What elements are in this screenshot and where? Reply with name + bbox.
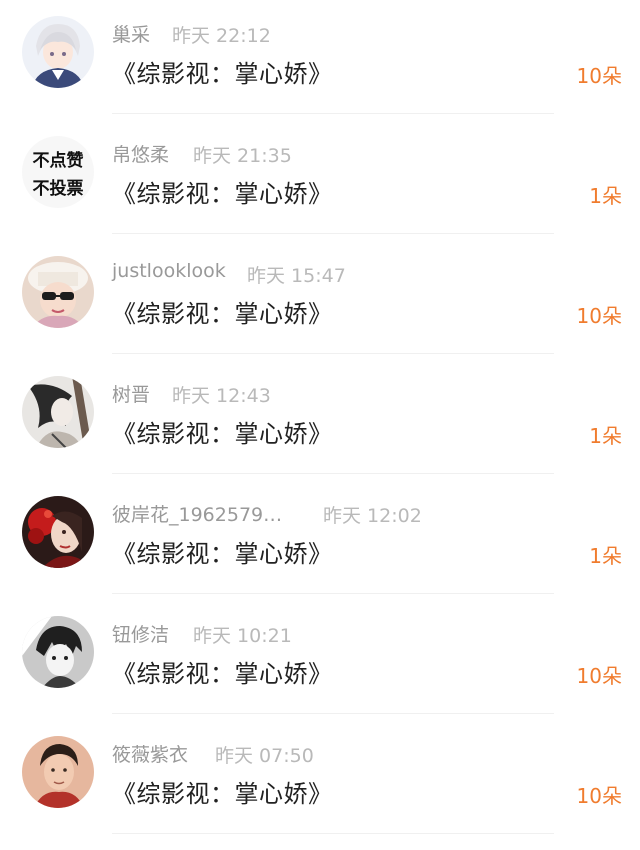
divider	[112, 113, 554, 114]
flower-count: 1朵	[589, 184, 622, 208]
avatar-text-line: 不投票	[32, 179, 84, 199]
divider	[112, 233, 554, 234]
book-title[interactable]: 《综影视：掌心娇》	[112, 174, 333, 209]
manga-boy-avatar[interactable]	[22, 616, 94, 688]
flower-count: 1朵	[589, 424, 622, 448]
book-title[interactable]: 《综影视：掌心娇》	[112, 294, 333, 329]
flower-count: 10朵	[576, 784, 622, 808]
user-name[interactable]: 筱薇紫衣	[112, 740, 188, 767]
flower-count: 10朵	[576, 664, 622, 688]
timestamp: 昨天 12:43	[172, 385, 271, 407]
timestamp: 昨天 21:35	[193, 145, 292, 167]
flower-count: 10朵	[576, 304, 622, 328]
timestamp: 昨天 15:47	[247, 265, 346, 287]
timestamp: 昨天 07:50	[215, 745, 314, 767]
gift-record-list: 巢采 昨天 22:12 《综影视：掌心娇》 10朵 不点赞 不投票 帛悠柔 昨天…	[0, 0, 640, 840]
list-item[interactable]: 钮修洁 昨天 10:21 《综影视：掌心娇》 10朵	[0, 600, 640, 720]
book-title[interactable]: 《综影视：掌心娇》	[112, 774, 333, 809]
list-item[interactable]: 不点赞 不投票 帛悠柔 昨天 21:35 《综影视：掌心娇》 1朵	[0, 120, 640, 240]
user-name[interactable]: 巢采	[112, 20, 150, 47]
divider	[112, 713, 554, 714]
divider	[112, 353, 554, 354]
book-title[interactable]: 《综影视：掌心娇》	[112, 414, 333, 449]
user-name[interactable]: 钮修洁	[112, 620, 169, 647]
user-name[interactable]: 树晋	[112, 380, 150, 407]
timestamp: 昨天 22:12	[172, 25, 271, 47]
list-item[interactable]: 巢采 昨天 22:12 《综影视：掌心娇》 10朵	[0, 0, 640, 120]
book-title[interactable]: 《综影视：掌心娇》	[112, 654, 333, 689]
man-portrait-avatar[interactable]	[22, 736, 94, 808]
ink-drawing-avatar[interactable]	[22, 376, 94, 448]
user-name[interactable]: 帛悠柔	[112, 140, 169, 167]
divider	[112, 593, 554, 594]
red-flower-woman-avatar[interactable]	[22, 496, 94, 568]
girl-in-white-hat-avatar[interactable]	[22, 256, 94, 328]
anime-white-hair-boy-avatar[interactable]	[22, 16, 94, 88]
timestamp: 昨天 10:21	[193, 625, 292, 647]
flower-count: 1朵	[589, 544, 622, 568]
text-avatar[interactable]: 不点赞 不投票	[22, 136, 94, 208]
flower-count: 10朵	[576, 64, 622, 88]
book-title[interactable]: 《综影视：掌心娇》	[112, 534, 333, 569]
list-item[interactable]: 彼岸花_1962579… 昨天 12:02 《综影视：掌心娇》 1朵	[0, 480, 640, 600]
list-item[interactable]: 筱薇紫衣 昨天 07:50 《综影视：掌心娇》 10朵	[0, 720, 640, 840]
avatar-text-line: 不点赞	[32, 151, 84, 171]
user-name[interactable]: justlooklook	[112, 260, 226, 282]
divider	[112, 833, 554, 834]
divider	[112, 473, 554, 474]
user-name[interactable]: 彼岸花_1962579…	[112, 500, 282, 527]
list-item[interactable]: 树晋 昨天 12:43 《综影视：掌心娇》 1朵	[0, 360, 640, 480]
timestamp: 昨天 12:02	[323, 505, 422, 527]
list-item[interactable]: justlooklook 昨天 15:47 《综影视：掌心娇》 10朵	[0, 240, 640, 360]
book-title[interactable]: 《综影视：掌心娇》	[112, 54, 333, 89]
